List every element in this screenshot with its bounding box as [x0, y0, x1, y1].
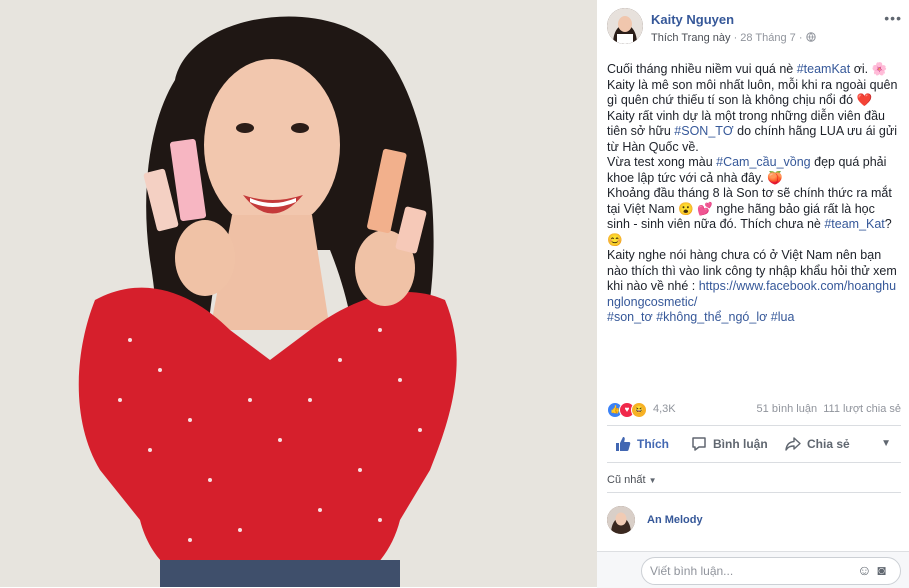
comment-placeholder: Viết bình luận... — [650, 564, 734, 578]
post-header: Kaity Nguyen Thích Trang này · 28 Tháng … — [607, 8, 902, 48]
post-line-4: Vừa test xong màu #Cam_cầu_vồng đẹp quá … — [607, 155, 887, 185]
post-line-3: Kaity rất vinh dự là một trong những diễ… — [607, 108, 898, 154]
author-avatar[interactable] — [607, 8, 643, 44]
post-line-5: Khoảng đầu tháng 8 là Son tơ sẽ chính th… — [607, 186, 892, 247]
post-line-1: Cuối tháng nhiều niềm vui quá nè #teamKa… — [607, 62, 888, 76]
divider — [607, 425, 901, 426]
hashtag-link[interactable]: #SON_TƠ — [674, 124, 733, 138]
hashtag-link[interactable]: #lua — [771, 310, 795, 324]
photo-illustration — [0, 0, 597, 587]
divider — [607, 462, 901, 463]
meta-separator: · — [733, 32, 738, 44]
share-options-chevron-icon[interactable]: ▼ — [881, 438, 891, 449]
comment-label: Bình luận — [713, 437, 768, 451]
comment-count[interactable]: 51 bình luận — [757, 403, 818, 415]
post-line-6: Kaity nghe nói hàng chưa có ở Việt Nam n… — [607, 248, 897, 309]
reaction-icons[interactable]: 👍 ♥ 😆 — [607, 402, 647, 418]
composer-icons: ☺◙ — [857, 562, 892, 578]
comment-input[interactable]: Viết bình luận... ☺◙ — [641, 557, 901, 585]
sort-label: Cũ nhất — [607, 474, 646, 486]
commenter-avatar[interactable] — [607, 506, 635, 534]
post-tags: #son_tơ #không_thể_ngó_lơ #lua — [607, 310, 901, 326]
globe-icon — [805, 32, 816, 44]
reaction-count[interactable]: 4,3K — [653, 403, 676, 415]
post-photo[interactable] — [0, 0, 597, 587]
post-line-2: Kaity là mê son môi nhất luôn, mỗi khi r… — [607, 77, 898, 108]
hashtag-link[interactable]: #Cam_cầu_vồng — [716, 155, 811, 169]
like-label: Thích — [637, 437, 669, 451]
camera-icon[interactable]: ◙ — [878, 562, 892, 578]
avatar-image — [607, 8, 643, 44]
comment-item: An Melody — [607, 506, 901, 536]
post-date[interactable]: 28 Tháng 7 — [740, 32, 795, 44]
comment-composer: Viết bình luận... ☺◙ — [597, 551, 909, 588]
caret-down-icon: ▼ — [648, 476, 657, 485]
comment-button[interactable]: Bình luận — [691, 436, 768, 452]
emoji-icon[interactable]: ☺ — [857, 562, 877, 578]
action-bar: Thích Bình luận Chia sẻ ▼ — [607, 430, 901, 460]
share-button[interactable]: Chia sẻ — [785, 436, 850, 452]
share-label: Chia sẻ — [807, 437, 850, 451]
commenter-name[interactable]: An Melody — [647, 514, 703, 526]
hashtag-link[interactable]: #son_tơ — [607, 310, 653, 324]
post-meta: Thích Trang này · 28 Tháng 7 · — [651, 32, 816, 44]
post-panel: Kaity Nguyen Thích Trang này · 28 Tháng … — [597, 0, 909, 587]
share-icon — [785, 436, 801, 452]
share-count[interactable]: 111 lượt chia sẻ — [823, 403, 901, 415]
meta-separator-2: · — [798, 32, 803, 44]
like-button[interactable]: Thích — [615, 436, 669, 452]
comment-icon — [691, 436, 707, 452]
like-page-link[interactable]: Thích Trang này — [651, 32, 731, 44]
post-stats: 👍 ♥ 😆 4,3K 51 bình luận 111 lượt chia sẻ — [607, 402, 901, 418]
comment-share-count: 51 bình luận 111 lượt chia sẻ — [757, 403, 901, 415]
commenter-avatar-image — [607, 506, 635, 534]
more-options-icon[interactable]: ••• — [884, 10, 902, 26]
author-name[interactable]: Kaity Nguyen — [651, 12, 734, 27]
post-text: Cuối tháng nhiều niềm vui quá nè #teamKa… — [607, 62, 901, 326]
comment-sort-dropdown[interactable]: Cũ nhất ▼ — [607, 474, 657, 486]
hashtag-link[interactable]: #không_thể_ngó_lơ — [656, 310, 767, 324]
haha-reaction-icon: 😆 — [631, 402, 647, 418]
hashtag-link[interactable]: #teamKat — [797, 62, 851, 76]
thumbs-up-icon — [615, 436, 631, 452]
hashtag-link[interactable]: #team_Kat — [824, 217, 884, 231]
divider — [607, 492, 901, 493]
